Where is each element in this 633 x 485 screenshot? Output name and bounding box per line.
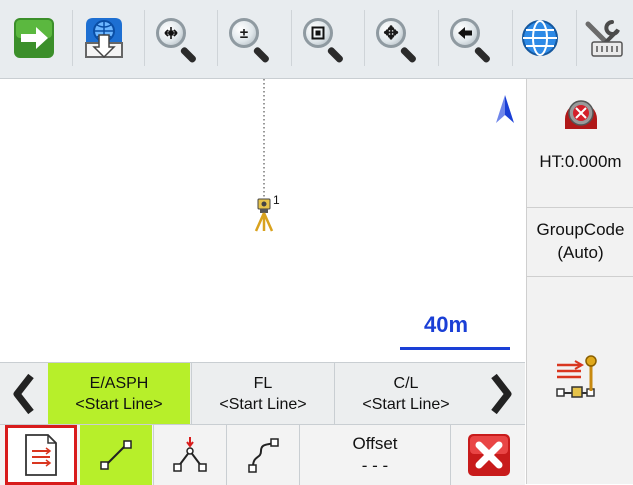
top-toolbar: ± ✥ (0, 0, 633, 79)
pan-icon: ✥ (374, 16, 418, 64)
line-cell-fl[interactable]: FL <Start Line> (191, 363, 334, 425)
close-icon (467, 434, 510, 476)
group-code-mode: (Auto) (557, 243, 604, 262)
next-line-button[interactable] (477, 363, 525, 425)
curve-segment-icon (248, 438, 279, 473)
instrument-height-label: HT:0.000m (539, 152, 622, 171)
document-list-icon (25, 434, 57, 476)
zoom-extents-icon (154, 16, 198, 64)
bottom-toolbar: Offset - - - (0, 424, 525, 485)
map-view[interactable]: 1 40m (0, 79, 525, 362)
scale-bar (400, 347, 510, 350)
zoom-extents-button[interactable] (144, 6, 206, 70)
line-cell-title: E/ASPH (89, 375, 149, 392)
download-map-button[interactable] (72, 6, 134, 70)
download-map-icon (85, 18, 123, 59)
pan-button[interactable]: ✥ (364, 6, 426, 70)
cancel-button[interactable] (450, 425, 526, 485)
chevron-right-icon (491, 373, 512, 415)
globe-button[interactable] (512, 6, 566, 70)
scale-label: 40m (424, 312, 469, 337)
line-cell-value: <Start Line> (362, 396, 450, 413)
right-panel: HT:0.000m GroupCode (Auto) (526, 79, 633, 484)
curve-mode-button[interactable] (226, 425, 299, 485)
line-segment-icon (100, 440, 132, 470)
zoom-window-button[interactable] (291, 6, 353, 70)
line-list-icon (556, 355, 597, 398)
code-list-button[interactable] (5, 425, 77, 485)
arc-point-icon (173, 437, 207, 472)
globe-icon (522, 20, 558, 56)
settings-tools-button[interactable] (576, 6, 630, 70)
zoom-in-out-icon: ± (227, 16, 271, 64)
line-cell-cl[interactable]: C/L <Start Line> (334, 363, 477, 425)
offset-button[interactable]: Offset - - - (299, 425, 450, 485)
chevron-left-icon (13, 373, 34, 415)
line-cell-value: <Start Line> (219, 396, 307, 413)
arc-mode-button[interactable] (153, 425, 226, 485)
offset-label: Offset (352, 434, 398, 453)
zoom-previous-icon (448, 16, 492, 64)
previous-line-button[interactable] (0, 363, 48, 425)
zoom-window-icon (301, 16, 345, 64)
offset-value: - - - (361, 456, 389, 475)
line-cell-easph[interactable]: E/ASPH <Start Line> (48, 363, 190, 425)
zoom-previous-button[interactable] (438, 6, 500, 70)
point-number-label: 1 (273, 193, 280, 207)
line-mode-button[interactable] (80, 425, 152, 485)
line-tools-button[interactable] (551, 351, 611, 411)
total-station-icon[interactable] (254, 197, 274, 233)
zoom-in-out-button[interactable]: ± (217, 6, 279, 70)
line-selector-row: E/ASPH <Start Line> FL <Start Line> C/L … (0, 362, 525, 425)
group-code-label: GroupCode (536, 220, 625, 239)
group-code-button[interactable]: GroupCode (Auto) (527, 208, 633, 277)
next-arrow-icon (14, 18, 54, 58)
next-button[interactable] (4, 6, 64, 70)
prism-target-icon (565, 100, 597, 129)
line-cell-value: <Start Line> (75, 396, 163, 413)
settings-tools-icon (585, 20, 623, 57)
instrument-height-button[interactable]: HT:0.000m (527, 79, 633, 208)
survey-map-screen: ± ✥ 1 40m HT:0.000m GroupCode (Auto) E/A… (0, 0, 633, 485)
line-cell-title: C/L (393, 375, 419, 392)
north-arrow-icon (496, 95, 514, 123)
line-cell-title: FL (253, 375, 273, 392)
